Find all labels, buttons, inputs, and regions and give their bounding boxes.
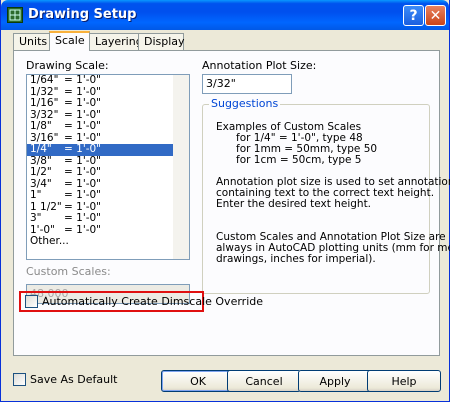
scale-list-item[interactable]: 3" = 1'-0" <box>27 212 189 225</box>
scale-real-size: = 1'-0" <box>64 223 102 236</box>
help-title-button[interactable]: ? <box>403 5 424 26</box>
auto-dimscale-checkbox[interactable]: Automatically Create Dimscale Override <box>25 295 263 308</box>
cancel-button[interactable]: Cancel <box>227 370 301 392</box>
scale-real-size: = 1'-0" <box>64 74 102 86</box>
scale-real-size: = 1'-0" <box>64 200 102 213</box>
scale-paper-size: 3" <box>30 212 42 224</box>
scale-real-size: = 1'-0" <box>64 120 102 132</box>
scale-real-size: = 1'-0" <box>64 154 102 167</box>
suggestion-line: for 1cm = 50cm, type 5 <box>216 154 362 166</box>
help-icon: ? <box>409 7 418 24</box>
scale-real-size: = 1'-0" <box>64 85 102 98</box>
scale-list-item[interactable]: 1 1/2" = 1'-0" <box>27 200 189 214</box>
apply-button[interactable]: Apply <box>298 370 372 392</box>
scale-list-item[interactable]: 1/2" = 1'-0" <box>27 166 189 179</box>
suggestions-title: Suggestions <box>209 97 281 110</box>
scale-paper-size: 1" <box>30 189 42 201</box>
scale-list-item[interactable]: 3/4" = 1'-0" <box>27 177 189 191</box>
drawing-scale-label: Drawing Scale: <box>26 59 109 72</box>
tab-layering[interactable]: Layering <box>89 33 143 50</box>
scale-list-item[interactable]: Other... <box>27 235 189 248</box>
scale-paper-size: 1/8" <box>30 120 52 132</box>
auto-dimscale-box[interactable] <box>25 295 38 308</box>
scale-list-item[interactable]: 1" = 1'-0" <box>27 189 189 202</box>
suggestion-line: drawings, inches for imperial). <box>216 253 376 265</box>
scale-real-size: = 1'-0" <box>64 131 102 144</box>
drawing-setup-dialog: Drawing Setup ? ✕ Units Scale Layering D… <box>0 0 450 402</box>
custom-scales-label: Custom Scales: <box>26 265 111 278</box>
annotation-plot-size-input[interactable]: 3/32" <box>202 74 292 94</box>
tab-scale[interactable]: Scale <box>49 31 90 51</box>
scale-paper-size: 1/2" <box>30 166 52 178</box>
tab-units[interactable]: Units <box>13 33 50 50</box>
list-scrollbar-track <box>173 75 189 259</box>
save-as-default-checkbox[interactable]: Save As Default <box>13 373 117 386</box>
window-title: Drawing Setup <box>28 7 137 22</box>
close-icon: ✕ <box>429 7 442 24</box>
scale-real-size: = 1'-0" <box>64 97 102 109</box>
scale-paper-size: Other... <box>30 235 69 247</box>
scale-real-size: = 1'-0" <box>64 177 102 190</box>
scale-list-item[interactable]: 1/16" = 1'-0" <box>27 97 189 110</box>
scale-list-item[interactable]: 1/8" = 1'-0" <box>27 120 189 133</box>
save-as-default-box[interactable] <box>13 373 26 386</box>
scale-paper-size: 1/4" <box>30 143 52 155</box>
help-button[interactable]: Help <box>367 370 441 392</box>
scale-real-size: = 1'-0" <box>64 108 102 121</box>
scale-real-size: = 1'-0" <box>64 212 102 224</box>
app-icon <box>7 7 23 23</box>
scale-paper-size: 1/64" <box>30 74 59 86</box>
ok-button[interactable]: OK <box>161 370 235 392</box>
save-as-default-label: Save As Default <box>30 373 118 386</box>
drawing-scale-list[interactable]: 1/64" = 1'-0" 1/32" = 1'-0" 1/16" = 1'-0" 3/32… <box>26 74 190 260</box>
tab-display[interactable]: Display <box>138 33 185 50</box>
title-bar[interactable]: Drawing Setup ? ✕ <box>1 0 449 30</box>
auto-dimscale-label: Automatically Create Dimscale Override <box>42 295 263 308</box>
scale-real-size: = 1'-0" <box>64 166 102 178</box>
close-button[interactable]: ✕ <box>425 5 446 26</box>
annotation-plot-size-label: Annotation Plot Size: <box>202 59 317 72</box>
scale-list-item[interactable]: 1/4" = 1'-0" <box>27 143 189 156</box>
suggestions-group: Suggestions Examples of Custom Scales fo… <box>202 97 450 294</box>
scale-real-size: = 1'-0" <box>64 143 102 155</box>
scale-paper-size: 1/16" <box>30 97 59 109</box>
suggestion-line: Enter the desired text height. <box>216 198 372 210</box>
scale-real-size: = 1'-0" <box>64 189 102 201</box>
scale-list-item[interactable]: 1/64" = 1'-0" <box>27 75 189 87</box>
